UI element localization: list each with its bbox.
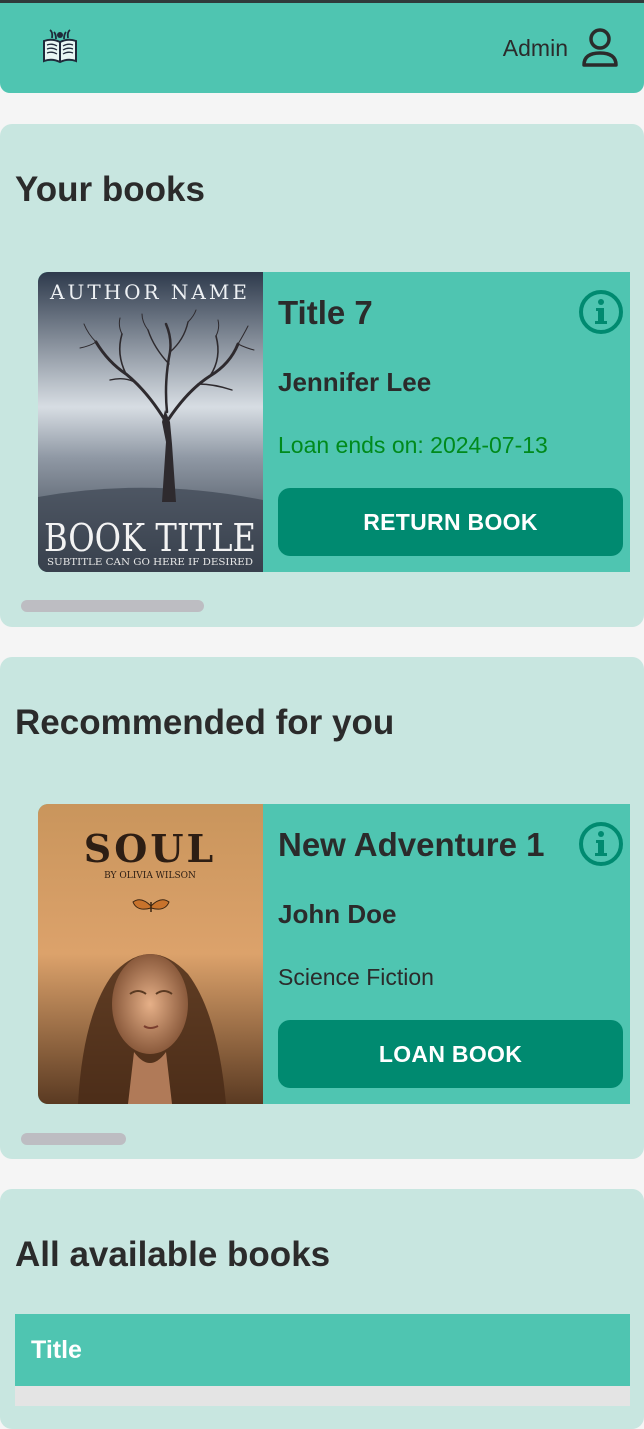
horizontal-scrollbar[interactable] [21,600,204,612]
loan-end-date: Loan ends on: 2024-07-13 [278,432,548,458]
user-name: Admin [502,34,568,61]
info-icon[interactable] [578,821,624,867]
book-card: SOUL BY OLIVIA WILSON New Adventure 1 Jo… [38,804,630,1104]
section-title: All available books [15,1235,331,1274]
table-row[interactable] [15,1386,630,1406]
info-icon[interactable] [578,289,624,335]
return-book-button[interactable]: RETURN BOOK [278,488,623,556]
table-header: Title [15,1314,630,1386]
book-cover-image: AUTHOR NAME BOOK TITLE SUBTITLE CAN GO H… [38,272,263,572]
book-cover-image: SOUL BY OLIVIA WILSON [38,804,263,1104]
column-header-title[interactable]: Title [31,1336,82,1365]
cover-author-text: AUTHOR NAME [49,280,250,304]
all-books-section: All available books Title [0,1189,644,1429]
your-books-section: Your books AUTHOR NAME BOOK TITLE SUBTIT… [0,124,644,627]
book-logo-icon[interactable] [40,27,80,67]
book-card: AUTHOR NAME BOOK TITLE SUBTITLE CAN GO H… [38,272,630,572]
user-icon [582,28,618,67]
recommended-section: Recommended for you SOUL BY OLIVIA WILSO… [0,657,644,1159]
book-title: Title 7 [278,294,373,331]
section-title: Recommended for you [15,703,395,742]
horizontal-scrollbar[interactable] [21,1133,126,1145]
loan-book-button[interactable]: LOAN BOOK [278,1020,623,1088]
book-title: New Adventure 1 [278,826,545,863]
user-menu[interactable]: Admin [503,27,620,69]
cover-author-text: BY OLIVIA WILSON [104,871,196,881]
app-header: Admin [0,3,644,93]
cover-subtitle-text: SUBTITLE CAN GO HERE IF DESIRED [47,558,253,568]
cover-title-text: BOOK TITLE [44,516,256,560]
cover-title-text: SOUL [84,826,216,871]
book-author: John Doe [278,899,397,929]
section-title: Your books [15,170,205,209]
book-author: Jennifer Lee [278,367,432,397]
book-genre: Science Fiction [278,964,434,990]
